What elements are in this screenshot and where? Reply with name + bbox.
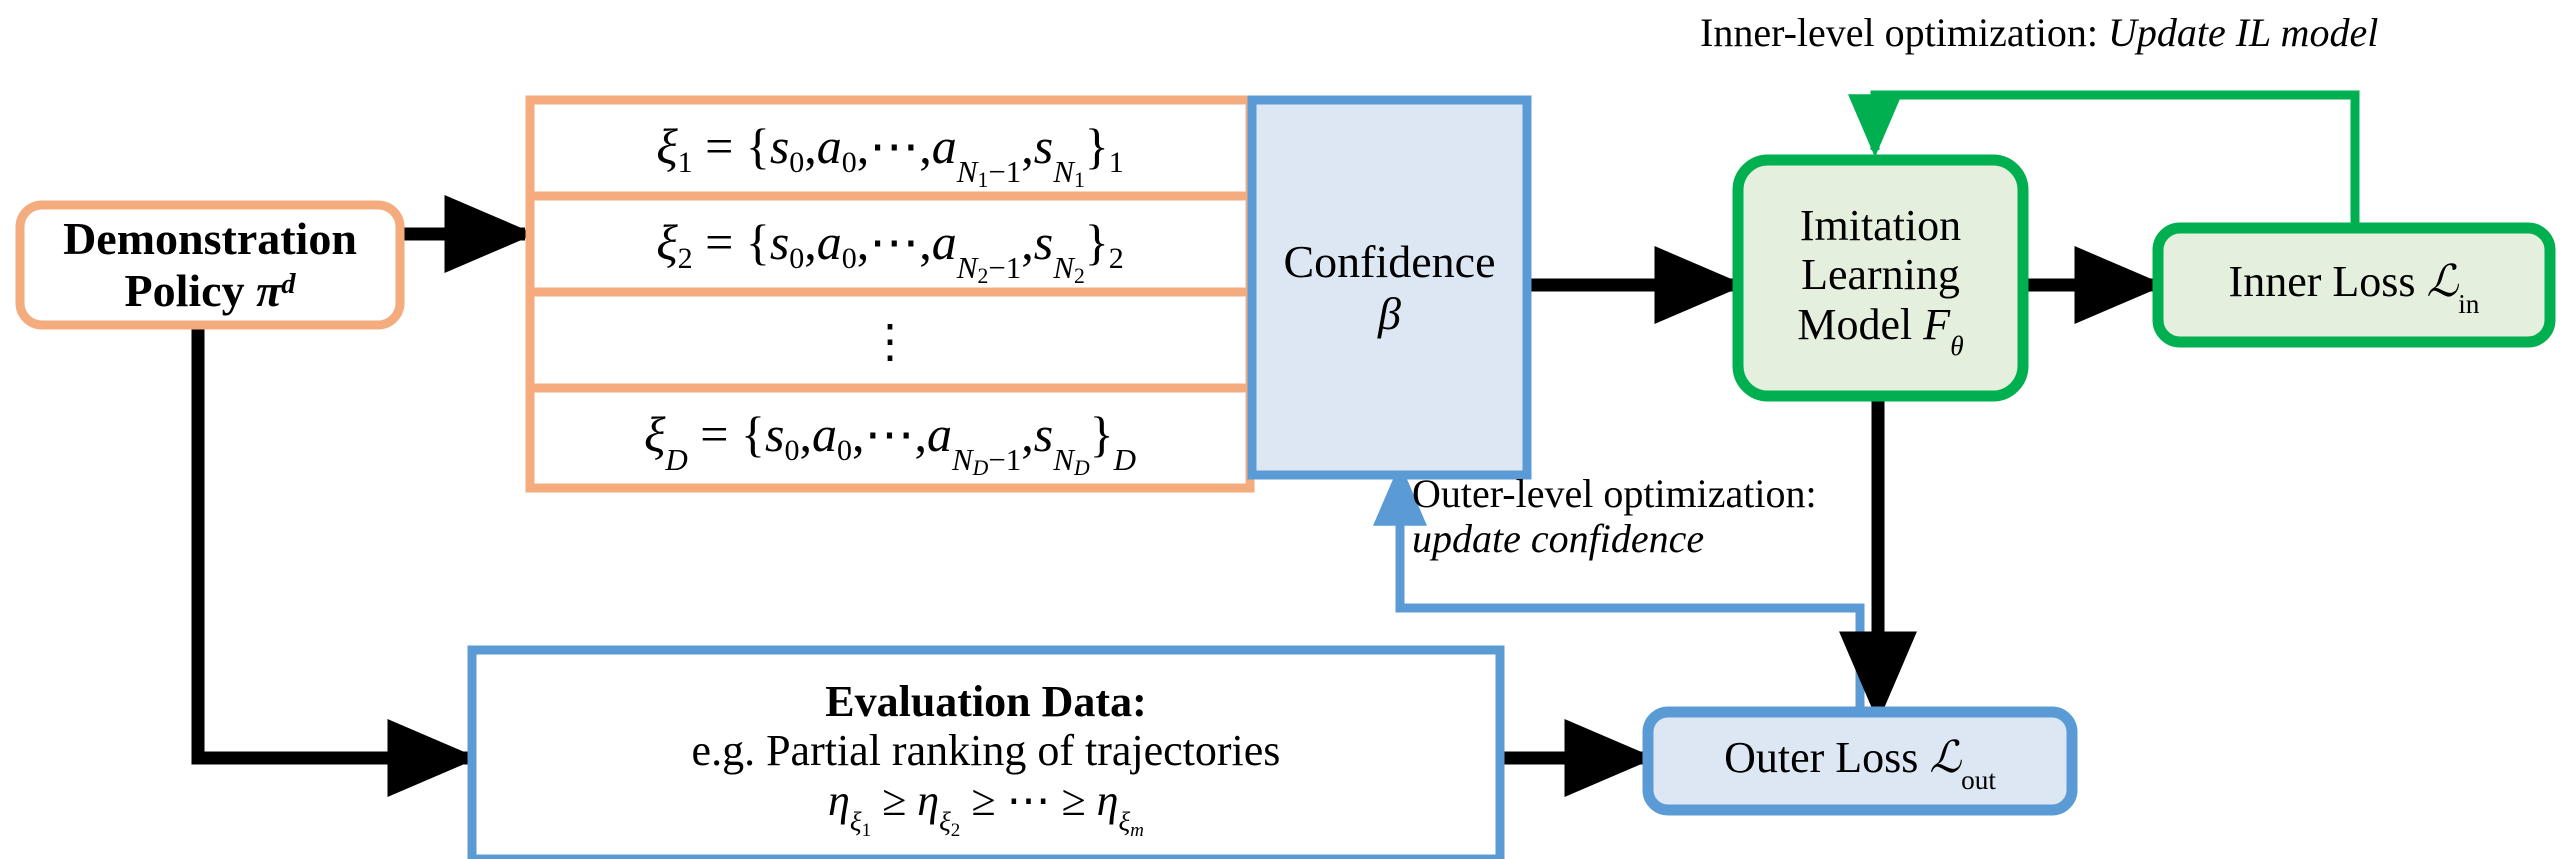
evaluation-data-formula: ηξ1 ≥ ηξ2 ≥ ⋯ ≥ ηξm — [828, 775, 1144, 841]
node-evaluation-data[interactable]: Evaluation Data: e.g. Partial ranking of… — [467, 645, 1505, 859]
node-confidence[interactable]: Confidence β — [1247, 95, 1532, 480]
annotation-outer-level-optimization: Outer-level optimization: update confide… — [1412, 472, 1817, 561]
arrow-policy-to-evaluation-data — [191, 292, 479, 797]
demonstration-policy-line1: Demonstration — [63, 213, 357, 265]
annotation-inner-level-optimization: Inner-level optimization: Update IL mode… — [1700, 9, 2379, 56]
il-model-line3: Model Fθ — [1797, 299, 1963, 362]
outer-loss-label: Outer Loss ℒout — [1724, 733, 1996, 795]
confidence-label: Confidence — [1283, 235, 1496, 287]
policy-symbol-pi: π — [256, 265, 282, 316]
outer-loss-subscript: out — [1961, 765, 1996, 796]
il-model-line2: Learning — [1801, 250, 1960, 300]
node-trajectory-list[interactable]: ξ1 = {s0,a0,⋯,aN1−1,sN1}1 ξ2 = {s0,a0,⋯,… — [525, 95, 1255, 493]
outer-loss-symbol-L: ℒ — [1929, 733, 1962, 783]
il-model-line1: Imitation — [1799, 201, 1962, 251]
inner-level-annotation-italic: Update IL model — [2107, 9, 2379, 55]
demonstration-policy-line2: Policy πd — [125, 265, 296, 317]
confidence-symbol-beta: β — [1378, 287, 1401, 339]
policy-label: Policy — [124, 265, 257, 316]
node-inner-loss[interactable]: Inner Loss ℒin — [2152, 222, 2556, 348]
diagram-svg: Demonstration Policy πd ξ1 = {s0,a0,⋯,aN… — [15, 9, 2556, 859]
trajectory-row: ξ1 = {s0,a0,⋯,aN1−1,sN1}1 — [656, 118, 1124, 192]
node-demonstration-policy[interactable]: Demonstration Policy πd — [15, 200, 405, 330]
trajectory-row: ⋮ — [867, 316, 913, 368]
il-model-symbol-theta: θ — [1950, 331, 1964, 362]
inner-loss-label: Inner Loss ℒin — [2228, 257, 2480, 319]
outer-level-annotation-line2: update confidence — [1412, 515, 1705, 561]
node-outer-loss[interactable]: Outer Loss ℒout — [1642, 706, 2078, 816]
trajectory-row-1-formula: ξ1 = {s0,a0,⋯,aN1−1,sN1}1 — [656, 118, 1124, 192]
trajectory-row: ξD = {s0,a0,⋯,aND−1,sND}D — [643, 406, 1137, 480]
inner-loss-text: Inner Loss — [2228, 257, 2427, 307]
il-model-label: Model — [1797, 299, 1924, 349]
policy-symbol-superscript: d — [281, 268, 296, 300]
evaluation-data-subtitle: e.g. Partial ranking of trajectories — [691, 726, 1281, 776]
trajectory-rows-ellipsis: ⋮ — [867, 316, 913, 368]
trajectory-row-D-formula: ξD = {s0,a0,⋯,aND−1,sND}D — [643, 406, 1137, 480]
inner-level-annotation-normal: Inner-level optimization: — [1700, 9, 2108, 55]
diagram-canvas: Demonstration Policy πd ξ1 = {s0,a0,⋯,aN… — [0, 0, 2562, 859]
inner-loss-symbol-L: ℒ — [2426, 257, 2459, 307]
outer-level-annotation-line1: Outer-level optimization: — [1412, 472, 1817, 516]
node-imitation-learning-model[interactable]: Imitation Learning Model Fθ — [1732, 154, 2029, 402]
trajectory-row: ξ2 = {s0,a0,⋯,aN2−1,sN2}2 — [656, 214, 1124, 288]
evaluation-data-title: Evaluation Data: — [825, 677, 1147, 727]
inner-level-annotation-text: Inner-level optimization: Update IL mode… — [1700, 9, 2379, 56]
il-model-symbol-F: F — [1923, 299, 1951, 349]
inner-loss-subscript: in — [2458, 289, 2480, 320]
trajectory-row-2-formula: ξ2 = {s0,a0,⋯,aN2−1,sN2}2 — [656, 214, 1124, 288]
outer-loss-text: Outer Loss — [1724, 733, 1930, 783]
